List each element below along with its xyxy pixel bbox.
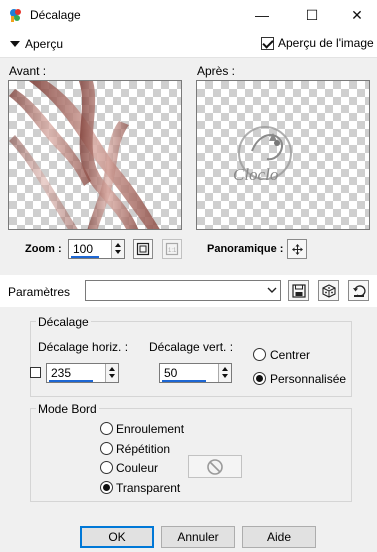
zoom-stepper[interactable] — [68, 239, 125, 259]
svg-text:1:1: 1:1 — [168, 248, 177, 254]
horiz-offset-label: Décalage horiz. : — [38, 340, 129, 354]
no-color-icon — [207, 458, 223, 475]
maximize-icon: ☐ — [305, 6, 319, 23]
ok-label: OK — [108, 530, 126, 544]
close-icon: ✕ — [351, 6, 363, 23]
personnalisee-label[interactable]: Personnalisée — [270, 372, 346, 386]
spin-down-icon[interactable] — [109, 374, 115, 378]
couleur-radio[interactable] — [100, 461, 113, 474]
spin-up-icon[interactable] — [115, 243, 121, 247]
watermark-logo — [238, 126, 292, 180]
app-icon — [10, 9, 21, 22]
vert-offset-label: Décalage vert. : — [149, 340, 234, 354]
repetition-label[interactable]: Répétition — [116, 442, 170, 456]
enroulement-radio[interactable] — [100, 422, 113, 435]
color-swatch-button[interactable] — [188, 455, 242, 478]
enroulement-label[interactable]: Enroulement — [116, 422, 184, 436]
image-preview-checkbox[interactable] — [261, 37, 274, 50]
window-title: Décalage — [30, 8, 81, 22]
move-arrows-icon — [291, 243, 303, 255]
image-preview-label[interactable]: Aperçu de l'image — [278, 36, 374, 50]
close-button[interactable]: ✕ — [334, 0, 377, 30]
pan-button[interactable] — [287, 239, 307, 259]
maximize-button[interactable]: ☐ — [289, 0, 335, 30]
randomize-button[interactable] — [318, 280, 339, 301]
couleur-label[interactable]: Couleur — [116, 461, 158, 475]
cancel-button[interactable]: Annuler — [161, 526, 235, 548]
parameters-bar: Paramètres — [0, 275, 377, 307]
horiz-spin-arrows[interactable] — [105, 364, 118, 382]
zoom-label: Zoom : — [25, 243, 62, 255]
dice-icon — [321, 283, 336, 298]
parameters-label: Paramètres — [8, 285, 71, 299]
preview-toggle-label[interactable]: Aperçu — [25, 37, 63, 51]
watermark-text: Cloclo — [233, 165, 279, 184]
title-bar: Décalage — ☐ ✕ — [0, 0, 377, 30]
zoom-fit-icon — [136, 242, 150, 256]
help-button[interactable]: Aide — [242, 526, 316, 548]
ok-button[interactable]: OK — [80, 526, 154, 548]
spin-down-icon[interactable] — [115, 250, 121, 254]
minimize-button[interactable]: — — [239, 0, 285, 30]
horiz-focus-underline — [49, 380, 93, 382]
after-label: Après : — [197, 64, 236, 78]
collapse-triangle-icon[interactable] — [10, 41, 20, 47]
personnalisee-radio[interactable] — [253, 372, 266, 385]
actual-size-icon: 1:1 — [165, 242, 179, 256]
zoom-spin-arrows[interactable] — [111, 240, 124, 258]
preset-dropdown[interactable] — [85, 280, 281, 301]
save-icon — [291, 283, 306, 298]
before-label: Avant : — [9, 64, 47, 78]
link-offsets-checkbox[interactable] — [30, 367, 41, 378]
cancel-label: Annuler — [177, 530, 219, 544]
pan-label: Panoramique : — [207, 243, 284, 255]
transparent-label[interactable]: Transparent — [116, 481, 180, 495]
spin-up-icon[interactable] — [222, 367, 228, 371]
zoom-actual-size-button[interactable]: 1:1 — [162, 239, 182, 259]
spin-down-icon[interactable] — [222, 374, 228, 378]
reset-icon — [352, 284, 366, 297]
transparent-radio[interactable] — [100, 481, 113, 494]
edge-mode-title: Mode Bord — [36, 402, 99, 416]
save-preset-button[interactable] — [288, 280, 309, 301]
vert-offset-stepper[interactable] — [159, 363, 232, 383]
horiz-offset-stepper[interactable] — [46, 363, 119, 383]
preview-toggle-bar: Aperçu Aperçu de l'image — [0, 30, 377, 58]
spin-up-icon[interactable] — [109, 367, 115, 371]
zoom-fit-button[interactable] — [133, 239, 153, 259]
reset-button[interactable] — [348, 280, 369, 301]
after-preview[interactable]: Cloclo — [196, 80, 370, 230]
ribbon-image — [9, 81, 160, 229]
offset-group-title: Décalage — [36, 315, 91, 329]
before-preview[interactable] — [8, 80, 182, 230]
centrer-radio[interactable] — [253, 348, 266, 361]
zoom-focus-underline — [71, 256, 99, 258]
centrer-label[interactable]: Centrer — [270, 348, 310, 362]
repetition-radio[interactable] — [100, 442, 113, 455]
vert-spin-arrows[interactable] — [218, 364, 231, 382]
chevron-down-icon — [267, 287, 277, 293]
help-label: Aide — [266, 530, 292, 544]
vert-focus-underline — [162, 380, 206, 382]
minimize-icon: — — [255, 7, 269, 23]
